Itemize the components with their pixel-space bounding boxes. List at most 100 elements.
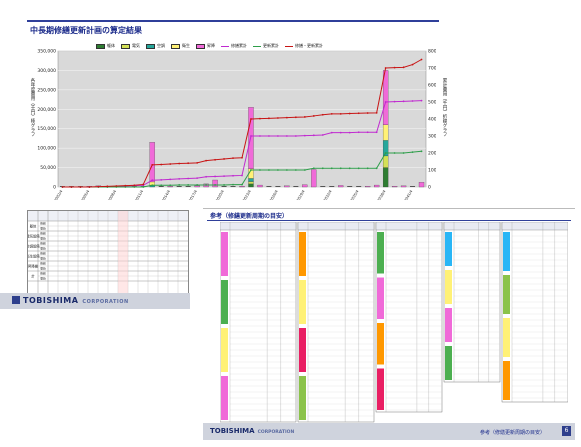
legend-item: 躯体 — [96, 43, 115, 49]
series-point — [151, 184, 154, 187]
legend-swatch — [196, 43, 205, 49]
series-point — [366, 131, 369, 134]
series-point — [250, 118, 252, 120]
series-point — [232, 174, 234, 177]
table-row-label: 電気設備 — [28, 234, 40, 239]
series-point — [115, 185, 118, 187]
series-point — [214, 158, 216, 161]
table-sub-label: 修繕 — [40, 242, 46, 246]
bar-segment — [257, 184, 263, 188]
legend-label: 更新累計 — [263, 43, 279, 48]
logo-text: TOBISHIMA — [23, 296, 79, 305]
legend-label: 空調 — [157, 43, 165, 48]
series-point — [384, 101, 387, 103]
series-point — [357, 131, 360, 134]
series-point — [375, 131, 378, 134]
series-point — [205, 184, 207, 186]
x-tick-label: 2011/4 — [134, 189, 144, 200]
bar-segment — [230, 186, 236, 187]
bar-segment — [382, 155, 389, 168]
reference-category-block — [503, 318, 510, 357]
table-sub-label: 修繕 — [40, 232, 46, 236]
series-point — [339, 167, 342, 170]
bar-segment — [239, 186, 245, 188]
series-point — [393, 100, 396, 103]
series-point — [339, 113, 342, 115]
legend-swatch — [285, 45, 293, 47]
series-point — [169, 178, 172, 181]
reference-category-block — [377, 368, 384, 410]
series-point — [223, 184, 225, 186]
series-point — [312, 167, 315, 170]
series-point — [160, 184, 163, 187]
series-point — [178, 162, 181, 165]
x-tick-label: 2017/4 — [188, 189, 198, 200]
series-point — [268, 135, 270, 137]
bar-segment — [275, 186, 281, 187]
reference-category-block — [377, 277, 384, 319]
x-tick-label: 2002/4 — [54, 189, 64, 200]
bar-segment — [266, 186, 272, 187]
series-point — [420, 99, 423, 102]
reference-title: 参考（修繕更新周期の目安） — [210, 213, 289, 220]
x-tick-label: 2026/4 — [269, 189, 279, 200]
legend-item: 昇降 — [196, 43, 215, 49]
slide-top-rule — [27, 20, 439, 22]
legend-label: 修繕・更新累計 — [295, 43, 323, 48]
series-point — [357, 112, 360, 115]
legend-label: 衛生 — [182, 43, 190, 48]
reference-column-header — [443, 222, 501, 231]
cost-table: 躯体 修繕 更新 電気設備 修繕 更新 空調設備 修繕 更新 衛生設備 修繕 更新 昇降機 修繕 更新計修繕… — [27, 210, 189, 297]
series-point — [187, 184, 190, 186]
x-tick-label: 2005/4 — [80, 189, 90, 200]
legend-item: 空調 — [146, 43, 165, 49]
series-point — [384, 67, 387, 69]
series-point — [196, 177, 199, 180]
legend-swatch — [121, 43, 130, 49]
series-point — [321, 113, 324, 116]
legend-item: 更新累計 — [253, 43, 279, 49]
bar-segment — [338, 185, 344, 188]
series-point — [88, 186, 91, 188]
table-sub-label: 更新 — [40, 247, 46, 251]
x-tick-label: 2020/4 — [215, 189, 225, 200]
table-sub-label: 更新 — [40, 267, 46, 271]
series-point — [411, 100, 414, 102]
series-point — [375, 111, 378, 114]
reference-category-block — [221, 328, 228, 372]
series-point — [393, 152, 396, 154]
series-point — [151, 179, 154, 182]
series-point — [160, 163, 163, 166]
footer-logo-sub: CORPORATION — [257, 430, 295, 435]
reference-category-block — [299, 280, 306, 324]
reference-category-block — [503, 361, 510, 400]
series-point — [330, 113, 333, 115]
y-tick-left: 50,000 — [40, 165, 56, 171]
reference-category-block — [221, 232, 228, 276]
y-tick-right: 400,000 — [428, 117, 436, 123]
bar-segment — [391, 186, 398, 188]
bar-segment — [365, 186, 371, 188]
reference-category-block — [445, 308, 452, 342]
bar-segment — [320, 186, 326, 187]
series-point — [241, 156, 243, 159]
series-point — [223, 158, 225, 160]
logo-sub: CORPORATION — [82, 299, 129, 305]
series-point — [70, 186, 73, 188]
y-tick-right: 300,000 — [428, 134, 436, 140]
table-row-label: 昇降機 — [28, 264, 39, 269]
legend-swatch — [253, 45, 261, 47]
y-tick-right: 800,000 — [428, 49, 436, 55]
series-point — [330, 167, 333, 170]
series-point — [133, 184, 136, 187]
bar-segment — [248, 181, 254, 185]
table-sub-label: 修繕 — [40, 272, 46, 276]
reference-category-block — [299, 376, 306, 420]
bar-segment — [176, 186, 182, 187]
table-sub-label: 更新 — [40, 237, 46, 241]
bar-segment — [382, 124, 389, 141]
series-point — [285, 135, 288, 137]
series-point — [151, 164, 154, 166]
bar-segment — [212, 179, 218, 188]
reference-category-block — [445, 346, 452, 380]
